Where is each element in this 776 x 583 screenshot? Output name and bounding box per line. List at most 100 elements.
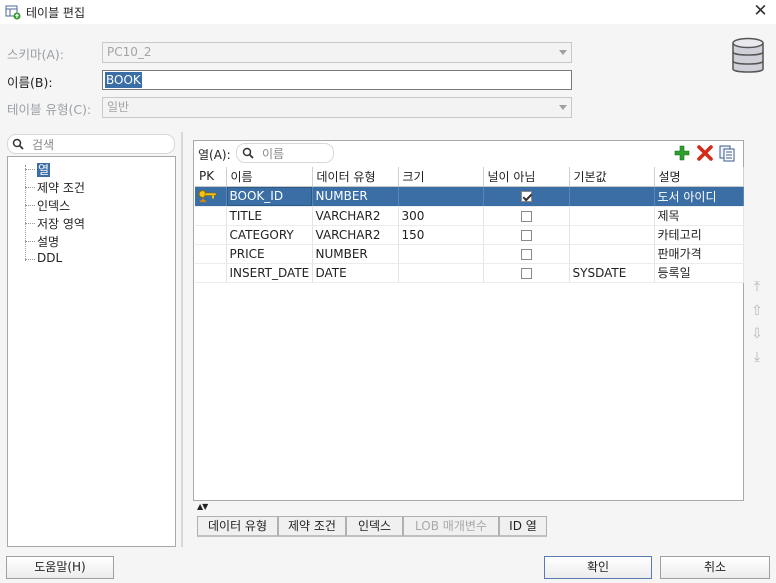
default-cell[interactable]: SYSDATE xyxy=(569,263,655,283)
ok-button[interactable]: 확인 xyxy=(544,556,652,579)
schema-select[interactable]: PC10_2 xyxy=(102,42,572,63)
tree-item-constraints[interactable]: 제약 조건 xyxy=(37,179,85,196)
header-not-null[interactable]: 널이 아님 xyxy=(483,167,570,187)
add-column-icon[interactable] xyxy=(674,145,690,161)
size-cell[interactable] xyxy=(398,244,484,264)
chevron-down-icon xyxy=(559,105,567,110)
pk-cell[interactable] xyxy=(195,263,227,283)
column-name-cell[interactable]: TITLE xyxy=(226,206,313,226)
search-icon xyxy=(12,138,24,150)
tab-indexes[interactable]: 인덱스 xyxy=(346,516,403,537)
key-icon xyxy=(198,190,217,204)
tree-item-storage[interactable]: 저장 영역 xyxy=(37,215,85,232)
tab-identity-column[interactable]: ID 열 xyxy=(499,516,547,537)
comment-cell[interactable]: 판매가격 xyxy=(654,244,744,264)
not-null-checkbox[interactable] xyxy=(520,267,532,279)
pk-cell[interactable] xyxy=(195,244,227,264)
table-name-value: BOOK xyxy=(105,72,142,88)
not-null-cell[interactable] xyxy=(483,186,570,207)
comment-cell[interactable]: 제목 xyxy=(654,206,744,226)
table-row[interactable]: TITLE VARCHAR2 300 제목 xyxy=(195,206,744,226)
header-default[interactable]: 기본값 xyxy=(569,167,655,187)
chevron-down-icon xyxy=(559,50,567,55)
delete-column-icon[interactable] xyxy=(697,145,713,161)
table-row[interactable]: BOOK_ID NUMBER 도서 아이디 xyxy=(195,186,744,207)
table-type-select[interactable]: 일반 xyxy=(102,97,572,118)
column-name-cell[interactable]: INSERT_DATE xyxy=(226,263,313,283)
data-type-cell[interactable]: NUMBER xyxy=(312,244,399,264)
data-type-cell[interactable]: DATE xyxy=(312,263,399,283)
column-name-value[interactable]: BOOK_ID xyxy=(226,186,311,205)
header-size[interactable]: 크기 xyxy=(398,167,484,187)
not-null-cell[interactable] xyxy=(483,263,570,283)
data-type-cell[interactable]: NUMBER xyxy=(312,186,399,207)
search-icon xyxy=(242,147,254,159)
schema-label: 스키마(A): xyxy=(7,47,65,62)
columns-grid: PK 이름 데이터 유형 크기 널이 아님 기본값 설명 BOOK_ID NUM… xyxy=(195,167,744,283)
table-edit-icon xyxy=(5,5,21,20)
size-cell[interactable]: 150 xyxy=(398,225,484,245)
table-row[interactable]: PRICE NUMBER 판매가격 xyxy=(195,244,744,264)
cancel-button[interactable]: 취소 xyxy=(660,556,770,579)
tree-item-comment[interactable]: 설명 xyxy=(37,233,59,250)
not-null-checkbox[interactable] xyxy=(520,191,532,202)
data-type-cell[interactable]: VARCHAR2 xyxy=(312,206,399,226)
tab-lob-parameters: LOB 매개변수 xyxy=(403,516,499,537)
pk-cell[interactable] xyxy=(195,186,227,207)
size-cell[interactable]: 300 xyxy=(398,206,484,226)
tree-item-ddl[interactable]: DDL xyxy=(37,251,62,265)
size-cell[interactable] xyxy=(398,263,484,283)
default-cell[interactable] xyxy=(569,244,655,264)
tab-constraints[interactable]: 제약 조건 xyxy=(278,516,346,537)
size-cell[interactable] xyxy=(398,186,484,207)
schema-value: PC10_2 xyxy=(107,45,152,59)
not-null-checkbox[interactable] xyxy=(520,248,532,260)
section-tree: 열 제약 조건 인덱스 저장 영역 설명 DDL xyxy=(7,156,176,547)
table-name-input[interactable]: BOOK xyxy=(102,70,572,90)
header-name[interactable]: 이름 xyxy=(226,167,313,187)
tree-item-columns[interactable]: 열 xyxy=(37,161,51,178)
comment-cell[interactable]: 도서 아이디 xyxy=(654,186,744,207)
collapse-toggle-icon[interactable]: ▲▼ xyxy=(197,502,208,511)
table-row[interactable]: CATEGORY VARCHAR2 150 카테고리 xyxy=(195,225,744,245)
move-up-icon[interactable]: ⇧ xyxy=(749,303,765,319)
comment-cell[interactable]: 카테고리 xyxy=(654,225,744,245)
columns-label: 열(A): xyxy=(198,148,231,162)
table-type-value: 일반 xyxy=(107,100,130,114)
not-null-checkbox[interactable] xyxy=(520,229,532,241)
move-down-icon[interactable]: ⇩ xyxy=(749,326,765,342)
grid-header-row: PK 이름 데이터 유형 크기 널이 아님 기본값 설명 xyxy=(195,167,744,187)
column-name-cell[interactable]: BOOK_ID xyxy=(226,186,313,207)
table-row[interactable]: INSERT_DATE DATE SYSDATE 등록일 xyxy=(195,263,744,283)
not-null-checkbox[interactable] xyxy=(520,210,532,222)
not-null-cell[interactable] xyxy=(483,244,570,264)
header-pk[interactable]: PK xyxy=(195,167,227,187)
header-data-type[interactable]: 데이터 유형 xyxy=(312,167,399,187)
move-top-icon[interactable]: ⤒ xyxy=(749,279,765,295)
table-type-label: 테이블 유형(C): xyxy=(7,102,92,117)
column-name-cell[interactable]: CATEGORY xyxy=(226,225,313,245)
not-null-cell[interactable] xyxy=(483,225,570,245)
database-icon xyxy=(732,37,764,73)
default-cell[interactable] xyxy=(569,225,655,245)
not-null-cell[interactable] xyxy=(483,206,570,226)
column-name-cell[interactable]: PRICE xyxy=(226,244,313,264)
help-button[interactable]: 도움말(H) xyxy=(6,556,114,579)
name-label: 이름(B): xyxy=(7,75,53,90)
title-bar xyxy=(0,0,776,24)
pk-cell[interactable] xyxy=(195,225,227,245)
data-type-cell[interactable]: VARCHAR2 xyxy=(312,225,399,245)
window-title: 테이블 편집 xyxy=(26,6,86,20)
default-cell[interactable] xyxy=(569,186,655,207)
tab-data-type[interactable]: 데이터 유형 xyxy=(197,516,278,537)
default-cell[interactable] xyxy=(569,206,655,226)
left-search-placeholder: 검색 xyxy=(32,138,55,152)
pk-cell[interactable] xyxy=(195,206,227,226)
tree-item-indexes[interactable]: 인덱스 xyxy=(37,197,70,214)
comment-cell[interactable]: 등록일 xyxy=(654,263,744,283)
header-comment[interactable]: 설명 xyxy=(654,167,744,187)
pane-splitter[interactable] xyxy=(181,132,183,547)
close-button[interactable]: ✕ xyxy=(745,0,776,24)
move-bottom-icon[interactable]: ⤓ xyxy=(749,349,765,365)
copy-column-icon[interactable] xyxy=(719,145,736,162)
